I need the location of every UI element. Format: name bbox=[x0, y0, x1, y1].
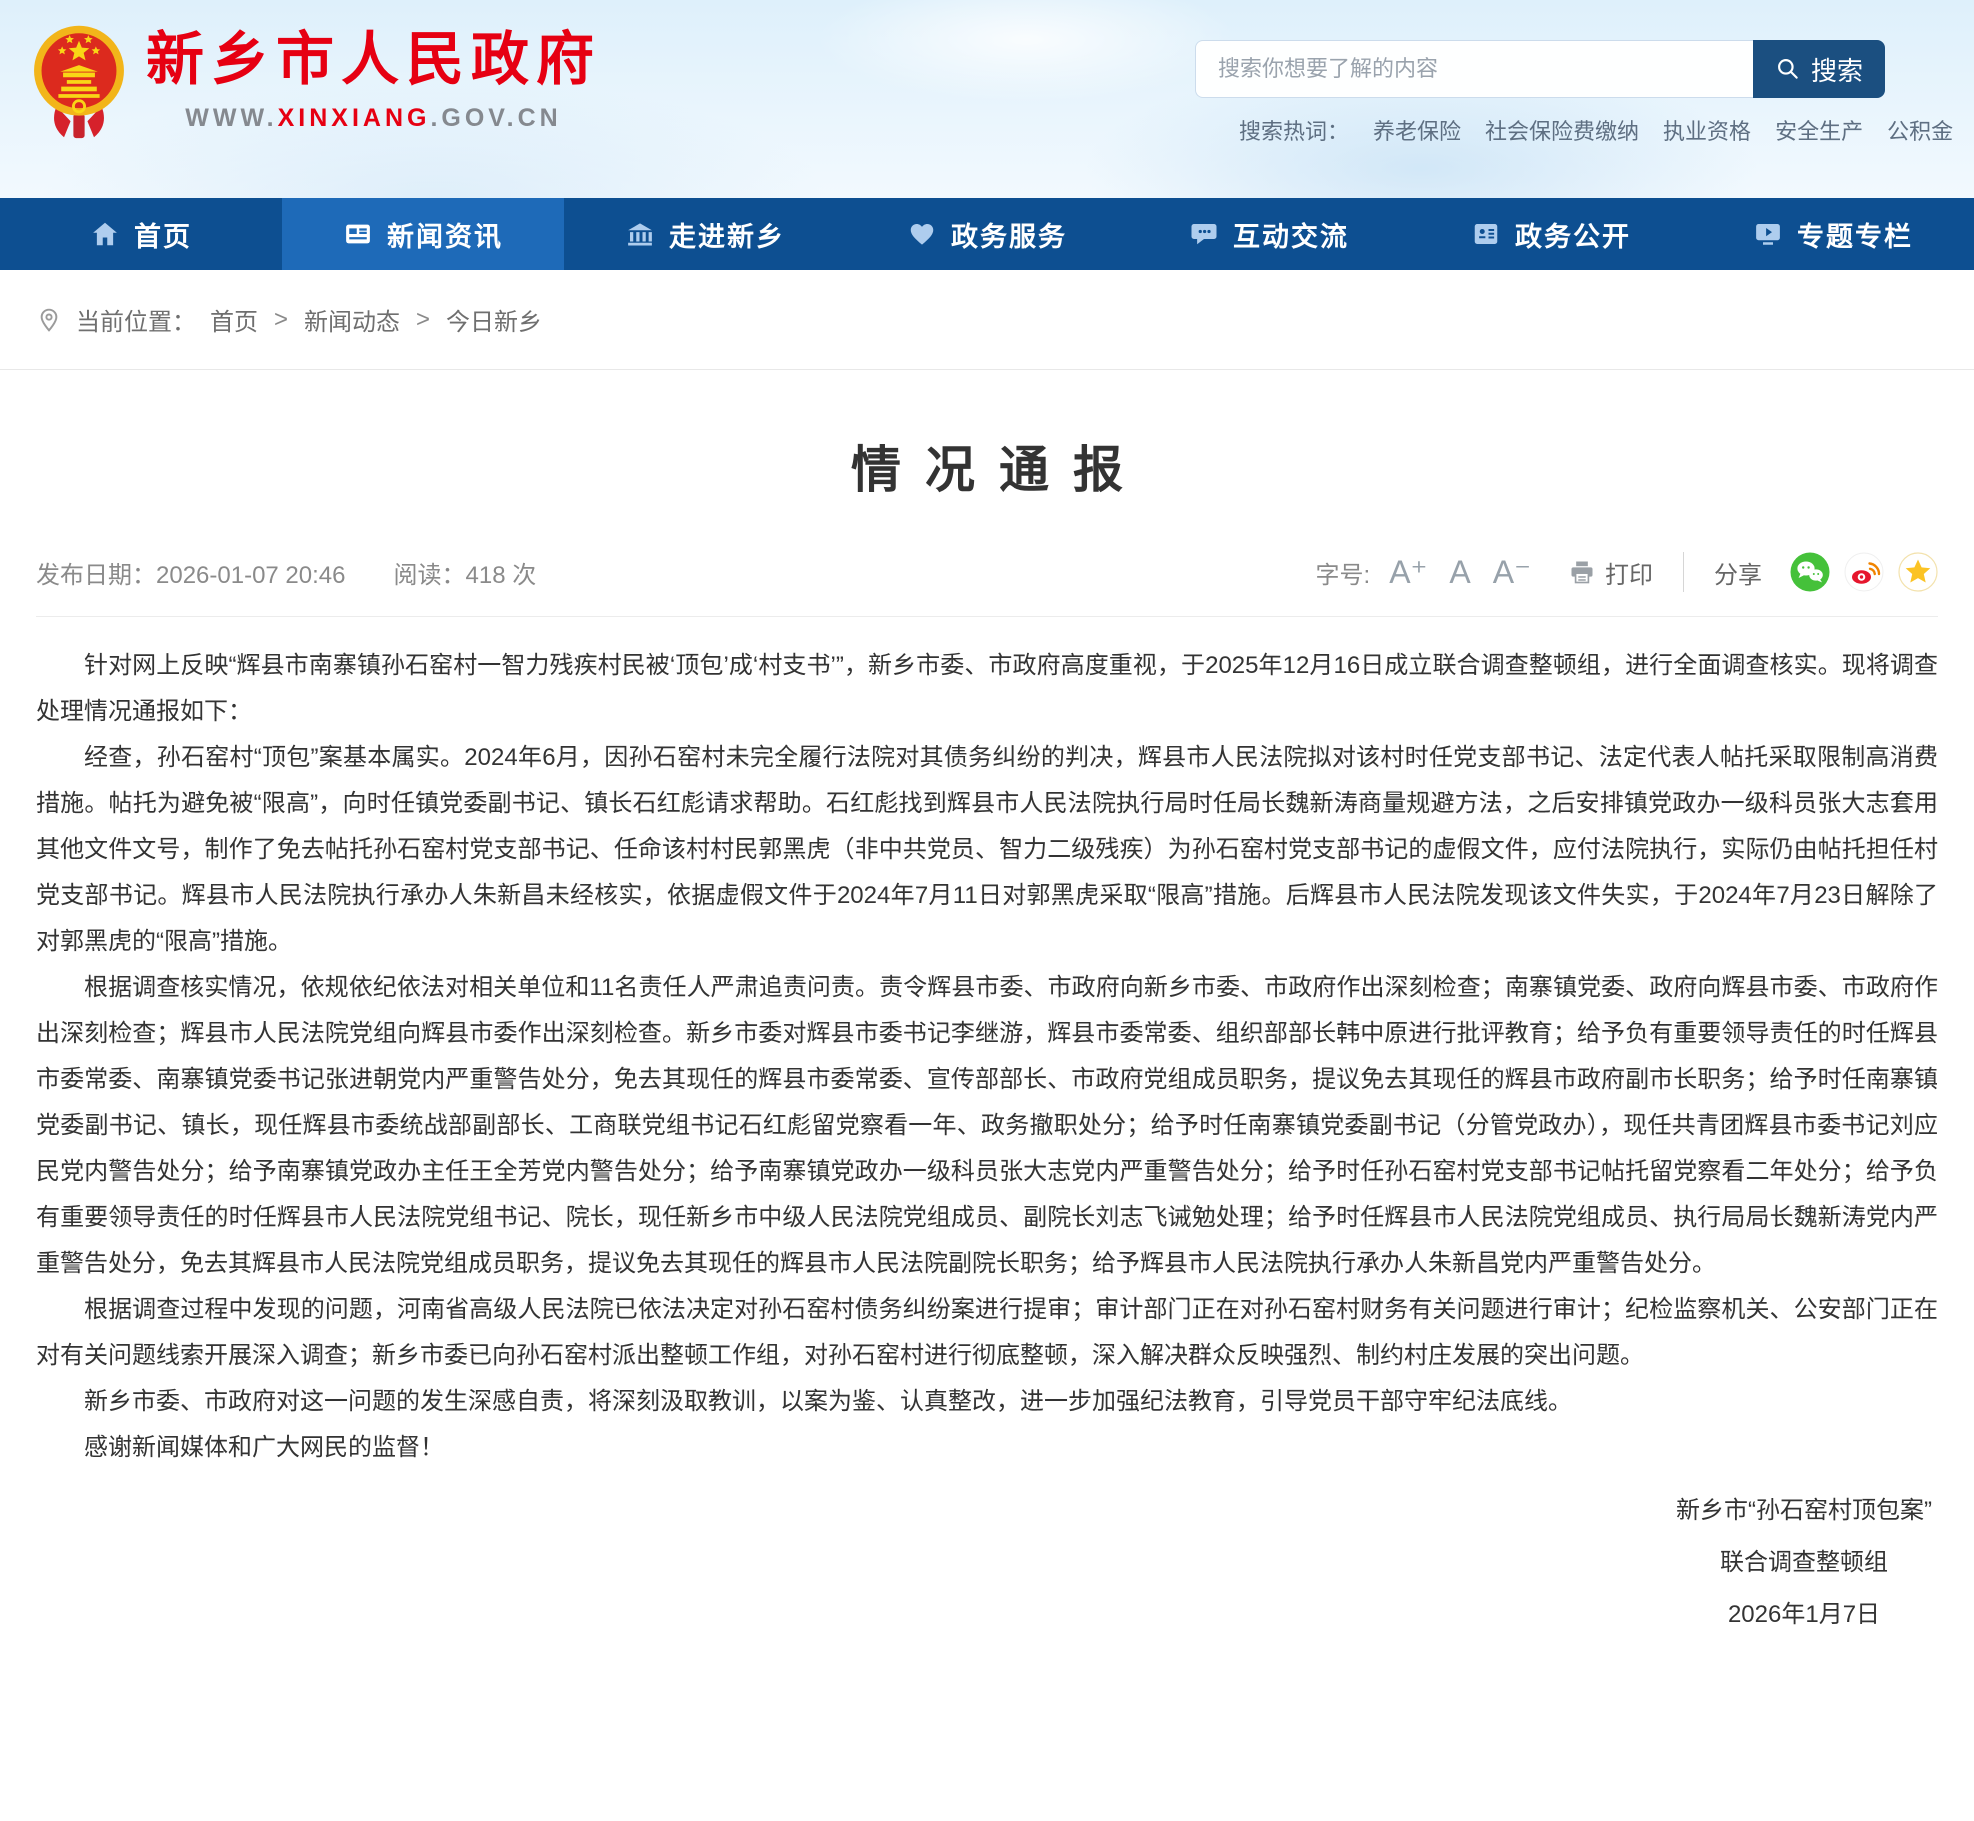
breadcrumb-item-news[interactable]: 新闻动态 bbox=[304, 302, 400, 337]
article-paragraph: 感谢新闻媒体和广大网民的监督！ bbox=[36, 1425, 1938, 1471]
national-emblem-logo bbox=[32, 22, 126, 140]
breadcrumb-separator: > bbox=[272, 306, 290, 334]
search-hotwords: 搜索热词： 养老保险 社会保险费缴纳 执业资格 安全生产 公积金 bbox=[1195, 114, 1885, 146]
font-increase-button[interactable]: A⁺ bbox=[1389, 556, 1427, 588]
article-toolbar: 字号: A⁺ A A⁻ 打印 分享 bbox=[1316, 552, 1938, 592]
article-paragraph: 根据调查核实情况，依规依纪依法对相关单位和11名责任人严肃追责问责。责令辉县市委… bbox=[36, 965, 1938, 1287]
font-decrease-button[interactable]: A⁻ bbox=[1493, 556, 1531, 588]
main-nav: 首页 新闻资讯 走进新乡 bbox=[0, 198, 1974, 270]
signature-line: 联合调查整顿组 bbox=[1676, 1537, 1932, 1589]
print-label: 打印 bbox=[1605, 555, 1653, 590]
hotword-link[interactable]: 安全生产 bbox=[1775, 114, 1863, 146]
nav-item-services[interactable]: 政务服务 bbox=[846, 198, 1128, 270]
article-paragraph: 新乡市委、市政府对这一问题的发生深感自责，将深刻汲取教训，以案为鉴、认真整改，进… bbox=[36, 1379, 1938, 1425]
search-button[interactable]: 搜索 bbox=[1753, 40, 1885, 98]
home-icon bbox=[90, 219, 120, 249]
document-icon bbox=[1471, 219, 1501, 249]
article-meta-row: 发布日期：2026-01-07 20:46 阅读：418 次 字号: A⁺ A … bbox=[36, 552, 1938, 617]
nav-item-label: 走进新乡 bbox=[669, 215, 785, 254]
search-area: 搜索 搜索热词： 养老保险 社会保险费缴纳 执业资格 安全生产 公积金 bbox=[1195, 40, 1885, 146]
brand-text: 新乡市人民政府 WWW.XINXIANG.GOV.CN bbox=[146, 22, 601, 133]
nav-item-label: 政务服务 bbox=[951, 215, 1067, 254]
search-icon bbox=[1775, 56, 1801, 82]
site-url: WWW.XINXIANG.GOV.CN bbox=[146, 104, 601, 133]
nav-item-label: 政务公开 bbox=[1515, 215, 1631, 254]
breadcrumb: 当前位置： 首页 > 新闻动态 > 今日新乡 bbox=[0, 270, 1974, 370]
article-title: 情况通报 bbox=[36, 430, 1938, 502]
breadcrumb-label: 当前位置： bbox=[76, 302, 196, 337]
nav-item-special-topics[interactable]: 专题专栏 bbox=[1692, 198, 1974, 270]
search-row: 搜索 bbox=[1195, 40, 1885, 98]
article-paragraph: 经查，孙石窑村“顶包”案基本属实。2024年6月，因孙石窑村未完全履行法院对其债… bbox=[36, 735, 1938, 965]
font-reset-button[interactable]: A bbox=[1449, 556, 1470, 588]
heart-icon bbox=[907, 219, 937, 249]
nav-item-label: 互动交流 bbox=[1233, 215, 1349, 254]
share-weibo-button[interactable] bbox=[1844, 552, 1884, 592]
article-paragraph: 针对网上反映“辉县市南寨镇孙石窑村一智力残疾村民被‘顶包’成‘村支书’”，新乡市… bbox=[36, 643, 1938, 735]
print-button[interactable]: 打印 bbox=[1568, 555, 1653, 590]
search-input[interactable] bbox=[1195, 40, 1753, 98]
share-qzone-button[interactable] bbox=[1898, 552, 1938, 592]
nav-item-label: 专题专栏 bbox=[1797, 215, 1913, 254]
nav-item-disclosure[interactable]: 政务公开 bbox=[1410, 198, 1692, 270]
screen-icon bbox=[1753, 219, 1783, 249]
weibo-icon bbox=[1844, 552, 1884, 592]
site-url-www: WWW. bbox=[185, 104, 277, 132]
wechat-icon bbox=[1790, 552, 1830, 592]
nav-item-news[interactable]: 新闻资讯 bbox=[282, 198, 564, 270]
article: 情况通报 发布日期：2026-01-07 20:46 阅读：418 次 字号: … bbox=[0, 430, 1974, 1681]
printer-icon bbox=[1568, 558, 1596, 586]
newspaper-icon bbox=[343, 219, 373, 249]
page: 新乡市人民政府 WWW.XINXIANG.GOV.CN 搜索 搜索热词： 养老保… bbox=[0, 0, 1974, 1821]
site-url-tld: .GOV.CN bbox=[430, 104, 561, 132]
hotwords-label: 搜索热词： bbox=[1239, 114, 1349, 146]
share-label: 分享 bbox=[1714, 555, 1762, 590]
nav-item-home[interactable]: 首页 bbox=[0, 198, 282, 270]
article-meta-left: 发布日期：2026-01-07 20:46 阅读：418 次 bbox=[36, 555, 584, 590]
publish-date: 发布日期：2026-01-07 20:46 bbox=[36, 555, 346, 590]
breadcrumb-separator: > bbox=[414, 306, 432, 334]
nav-item-enter-xinxiang[interactable]: 走进新乡 bbox=[564, 198, 846, 270]
nav-item-label: 新闻资讯 bbox=[387, 215, 503, 254]
search-button-label: 搜索 bbox=[1811, 51, 1863, 88]
star-icon bbox=[1898, 552, 1938, 592]
nav-item-label: 首页 bbox=[134, 215, 192, 254]
site-header: 新乡市人民政府 WWW.XINXIANG.GOV.CN 搜索 搜索热词： 养老保… bbox=[0, 0, 1974, 198]
signature-line: 2026年1月7日 bbox=[1676, 1589, 1932, 1641]
chat-bubble-icon bbox=[1189, 219, 1219, 249]
breadcrumb-item-current: 今日新乡 bbox=[446, 302, 542, 337]
toolbar-divider bbox=[1683, 552, 1684, 592]
brand: 新乡市人民政府 WWW.XINXIANG.GOV.CN bbox=[32, 22, 601, 140]
location-pin-icon bbox=[36, 307, 62, 333]
hotword-link[interactable]: 执业资格 bbox=[1663, 114, 1751, 146]
signature-line: 新乡市“孙石窑村顶包案” bbox=[1676, 1485, 1932, 1537]
hotword-link[interactable]: 公积金 bbox=[1887, 114, 1953, 146]
fontsize-label: 字号: bbox=[1316, 555, 1371, 590]
hotword-link[interactable]: 养老保险 bbox=[1373, 114, 1461, 146]
hotword-link[interactable]: 社会保险费缴纳 bbox=[1485, 114, 1639, 146]
read-count: 阅读：418 次 bbox=[394, 555, 537, 590]
share-wechat-button[interactable] bbox=[1790, 552, 1830, 592]
nav-item-interaction[interactable]: 互动交流 bbox=[1128, 198, 1410, 270]
government-building-icon bbox=[625, 219, 655, 249]
article-body: 针对网上反映“辉县市南寨镇孙石窑村一智力残疾村民被‘顶包’成‘村支书’”，新乡市… bbox=[36, 643, 1938, 1471]
site-name: 新乡市人民政府 bbox=[146, 22, 601, 98]
breadcrumb-item-home[interactable]: 首页 bbox=[210, 302, 258, 337]
article-paragraph: 根据调查过程中发现的问题，河南省高级人民法院已依法决定对孙石窑村债务纠纷案进行提… bbox=[36, 1287, 1938, 1379]
site-url-domain: XINXIANG bbox=[278, 104, 431, 132]
article-signature: 新乡市“孙石窑村顶包案” 联合调查整顿组 2026年1月7日 bbox=[1676, 1485, 1932, 1641]
